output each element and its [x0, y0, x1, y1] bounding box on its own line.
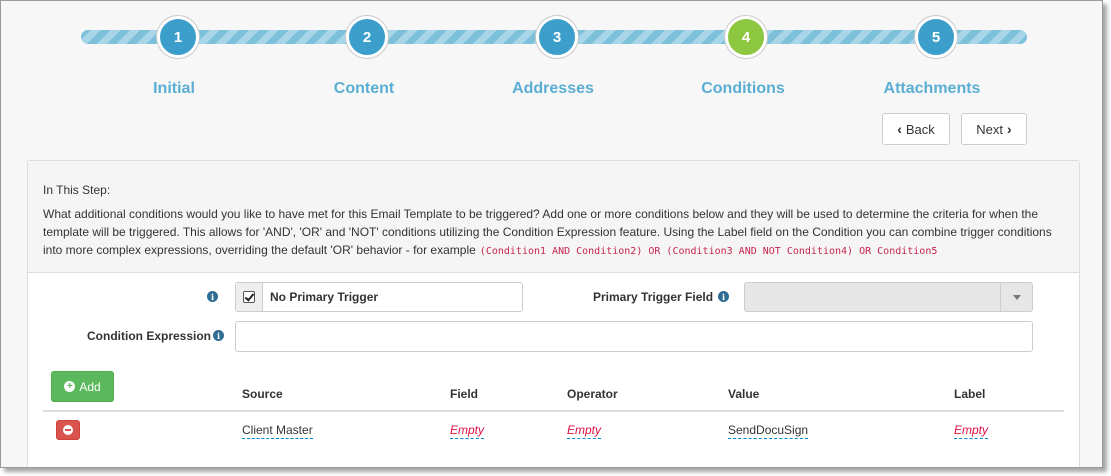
- add-button-label: Add: [79, 379, 101, 394]
- info-icon[interactable]: i: [213, 330, 224, 341]
- primary-trigger-field-label: Primary Trigger Field: [593, 290, 714, 304]
- conditions-panel: In This Step: What additional conditions…: [27, 160, 1080, 467]
- info-icon[interactable]: i: [718, 291, 729, 302]
- wizard-step-2-label[interactable]: Content: [284, 80, 444, 98]
- condition-expression-label: Condition Expression: [87, 329, 212, 343]
- email-template-wizard: 1 2 3 4 5 Initial Content Addresses Cond…: [0, 0, 1103, 468]
- next-button[interactable]: Next ›: [961, 113, 1027, 145]
- condition-operator[interactable]: Empty: [567, 423, 602, 439]
- column-header-operator: Operator: [567, 387, 618, 401]
- wizard-step-4-label[interactable]: Conditions: [663, 80, 823, 98]
- minus-circle-icon: [63, 425, 73, 435]
- column-header-label: Label: [954, 387, 986, 401]
- checkbox-addon: [236, 283, 263, 311]
- condition-value[interactable]: SendDocuSign: [728, 423, 809, 439]
- next-button-label: Next: [976, 121, 1004, 137]
- remove-condition-button[interactable]: [56, 420, 80, 440]
- no-primary-trigger-group: No Primary Trigger: [235, 282, 523, 312]
- wizard-step-1-circle[interactable]: 1: [157, 16, 199, 58]
- help-example-expression: (Condition1 AND Condition2) OR (Conditio…: [479, 246, 938, 257]
- wizard-step-3-circle[interactable]: 3: [536, 16, 578, 58]
- plus-circle-icon: +: [64, 381, 76, 392]
- table-header-divider: [43, 410, 1064, 412]
- caret-down-icon[interactable]: [1000, 283, 1032, 311]
- primary-trigger-field-select[interactable]: [744, 282, 1033, 312]
- chevron-right-icon: ›: [1007, 121, 1012, 137]
- condition-field[interactable]: Empty: [450, 423, 485, 439]
- help-heading: In This Step:: [43, 183, 111, 197]
- condition-label[interactable]: Empty: [954, 423, 989, 439]
- info-icon[interactable]: i: [207, 291, 218, 302]
- step-help: In This Step: What additional conditions…: [28, 161, 1079, 273]
- back-button-label: Back: [905, 121, 935, 137]
- wizard-step-1-label[interactable]: Initial: [94, 80, 254, 98]
- chevron-left-icon: ‹: [897, 121, 902, 137]
- back-button[interactable]: ‹ Back: [882, 113, 950, 145]
- condition-source[interactable]: Client Master: [242, 423, 313, 439]
- column-header-field: Field: [450, 387, 479, 401]
- column-header-value: Value: [728, 387, 760, 401]
- wizard-step-3-label[interactable]: Addresses: [473, 80, 633, 98]
- wizard-step-5-circle[interactable]: 5: [915, 16, 957, 58]
- no-primary-trigger-label: No Primary Trigger: [270, 290, 379, 304]
- wizard-step-4-circle[interactable]: 4: [725, 16, 767, 58]
- add-condition-button[interactable]: + Add: [51, 371, 114, 402]
- column-header-source: Source: [242, 387, 283, 401]
- wizard-step-2-circle[interactable]: 2: [346, 16, 388, 58]
- no-primary-trigger-checkbox[interactable]: [243, 291, 255, 303]
- condition-expression-input[interactable]: [235, 321, 1033, 352]
- wizard-step-5-label[interactable]: Attachments: [852, 80, 1012, 98]
